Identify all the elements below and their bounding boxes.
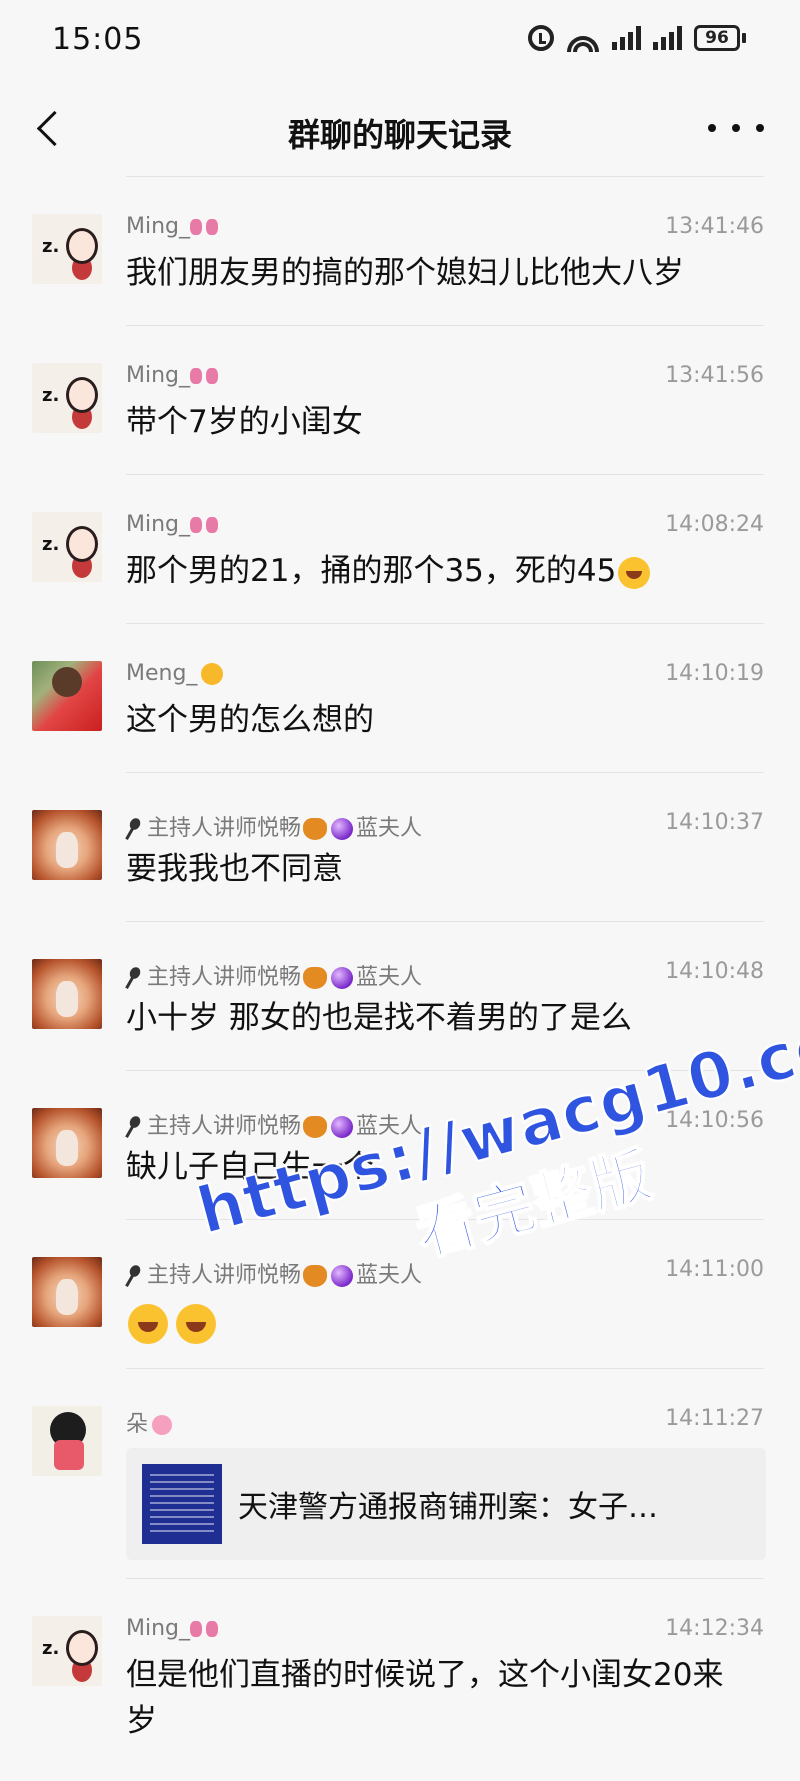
ribbon-icon	[190, 1619, 219, 1639]
divider	[126, 1219, 764, 1220]
wifi-icon	[566, 24, 600, 52]
avatar[interactable]	[32, 512, 102, 582]
link-thumbnail	[142, 1464, 222, 1544]
crystal-ball-icon	[331, 967, 354, 989]
page-title: 群聊的聊天记录	[287, 116, 512, 154]
list-item[interactable]: 主持人讲师悦畅 蓝夫人 14:10:37 要我我也不同意	[0, 772, 800, 921]
message-text: 那个男的21，捅的那个35，死的45	[126, 548, 766, 594]
kiss-emoji-icon	[201, 663, 224, 685]
avatar[interactable]	[32, 363, 102, 433]
message-text: 我们朋友男的搞的那个媳妇儿比他大八岁	[126, 255, 684, 291]
avatar[interactable]	[32, 1108, 102, 1178]
fox-icon	[303, 1265, 328, 1287]
avatar[interactable]	[32, 959, 102, 1029]
signal-icon-2	[653, 26, 682, 50]
list-item[interactable]: 主持人讲师悦畅 蓝夫人 14:11:00	[0, 1219, 800, 1368]
divider	[126, 1578, 764, 1579]
status-icons: 96	[528, 24, 746, 52]
message-time: 14:10:48	[665, 959, 764, 984]
sender-name: 主持人讲师悦畅 蓝夫人	[126, 1257, 422, 1289]
status-bar: 15:05 96	[0, 0, 800, 80]
fox-icon	[303, 1116, 328, 1138]
sender-name: Ming_	[126, 214, 219, 239]
avatar[interactable]	[32, 1257, 102, 1327]
list-item[interactable]: 主持人讲师悦畅 蓝夫人 14:10:48 小十岁 那女的也是找不着男的了是么	[0, 921, 800, 1070]
message-time: 13:41:56	[665, 363, 764, 388]
list-item[interactable]: Ming_ 14:08:24 那个男的21，捅的那个35，死的45	[0, 474, 800, 623]
divider	[126, 921, 764, 922]
crystal-ball-icon	[331, 818, 354, 840]
message-text: 但是他们直播的时候说了，这个小闺女20来岁	[126, 1657, 724, 1739]
sender-name: Ming_	[126, 363, 219, 388]
fox-icon	[303, 818, 328, 840]
list-item[interactable]: 主持人讲师悦畅 蓝夫人 14:10:56 缺儿子自己生一个	[0, 1070, 800, 1219]
divider	[126, 1070, 764, 1071]
avatar[interactable]	[32, 661, 102, 731]
laugh-tears-emoji-icon	[128, 1303, 168, 1344]
fox-icon	[303, 967, 328, 989]
list-item[interactable]: Ming_ 14:12:34 但是他们直播的时候说了，这个小闺女20来岁	[0, 1578, 800, 1778]
avatar[interactable]	[32, 1616, 102, 1686]
message-time: 14:11:27	[665, 1406, 764, 1431]
divider	[126, 176, 764, 177]
message-time: 14:10:19	[665, 661, 764, 686]
sender-name: Ming_	[126, 1616, 219, 1641]
microphone-icon	[126, 1116, 144, 1138]
list-item[interactable]: Ming_ 13:41:56 带个7岁的小闺女	[0, 325, 800, 474]
sender-name: 主持人讲师悦畅 蓝夫人	[126, 959, 422, 991]
battery-icon: 96	[694, 25, 746, 51]
chat-history-list[interactable]: Ming_ 13:41:46 我们朋友男的搞的那个媳妇儿比他大八岁 Ming_ …	[0, 176, 800, 1781]
ribbon-icon	[190, 515, 219, 535]
message-time: 14:08:24	[665, 512, 764, 537]
divider	[126, 623, 764, 624]
sender-name: 主持人讲师悦畅 蓝夫人	[126, 810, 422, 842]
battery-level: 96	[694, 25, 740, 51]
message-text: 要我我也不同意	[126, 851, 343, 887]
crystal-ball-icon	[331, 1265, 354, 1287]
laugh-tears-emoji-icon	[618, 556, 651, 589]
message-time: 13:41:46	[665, 214, 764, 239]
message-text: 小十岁 那女的也是找不着男的了是么	[126, 1000, 632, 1036]
microphone-icon	[126, 818, 144, 840]
alarm-icon	[528, 25, 554, 51]
microphone-icon	[126, 1265, 144, 1287]
status-time: 15:05	[52, 22, 144, 57]
message-time: 14:11:00	[665, 1257, 764, 1282]
microphone-icon	[126, 967, 144, 989]
ribbon-icon	[190, 217, 219, 237]
ribbon-icon	[190, 366, 219, 386]
avatar[interactable]	[32, 214, 102, 284]
list-item[interactable]: 朵 14:11:27 天津警方通报商铺刑案：女子…	[0, 1368, 800, 1578]
message-time: 14:10:37	[665, 810, 764, 835]
divider	[126, 325, 764, 326]
signal-icon	[612, 26, 641, 50]
avatar[interactable]	[32, 1406, 102, 1476]
sender-name: 主持人讲师悦畅 蓝夫人	[126, 1108, 422, 1140]
sender-name: Ming_	[126, 512, 219, 537]
message-time: 14:10:56	[665, 1108, 764, 1133]
message-text: 缺儿子自己生一个	[126, 1149, 374, 1185]
divider	[126, 1368, 764, 1369]
divider	[126, 474, 764, 475]
message-emojis	[126, 1299, 766, 1345]
message-text: 带个7岁的小闺女	[126, 404, 363, 440]
list-item[interactable]: Meng_ 14:10:19 这个男的怎么想的	[0, 623, 800, 772]
crystal-ball-icon	[331, 1116, 354, 1138]
link-title: 天津警方通报商铺刑案：女子…	[238, 1490, 658, 1525]
list-item[interactable]: Ming_ 13:41:46 我们朋友男的搞的那个媳妇儿比他大八岁	[0, 176, 800, 325]
message-text: 这个男的怎么想的	[126, 702, 374, 738]
sender-name: Meng_	[126, 661, 224, 686]
sender-name: 朵	[126, 1406, 173, 1438]
message-time: 14:12:34	[665, 1616, 764, 1641]
laugh-tears-emoji-icon	[176, 1303, 216, 1344]
divider	[126, 772, 764, 773]
flower-icon	[152, 1415, 173, 1435]
more-options-icon[interactable]	[708, 110, 764, 146]
link-card[interactable]: 天津警方通报商铺刑案：女子…	[126, 1448, 766, 1560]
avatar[interactable]	[32, 810, 102, 880]
nav-bar: 群聊的聊天记录	[0, 80, 800, 176]
